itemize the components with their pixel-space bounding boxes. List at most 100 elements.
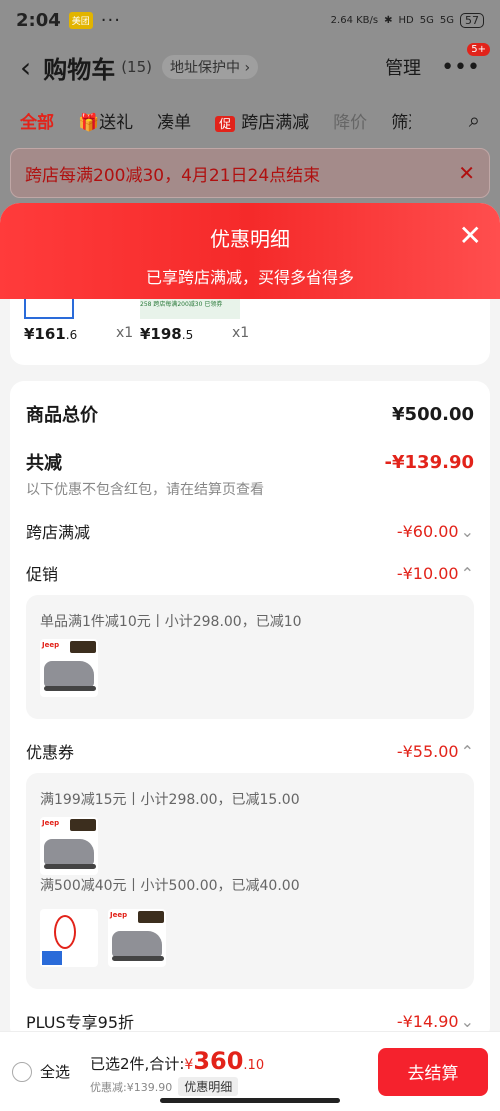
checkout-button[interactable]: 去结算 [378,1047,488,1096]
coupon-detail-box: 满199减15元丨小计298.00，已减15.00 Jeep 满500减40元丨… [26,773,474,989]
sheet-title: 优惠明细 [210,227,290,251]
badge-graphic [70,819,96,831]
gift-icon: 🎁 [78,112,100,133]
plus-row[interactable]: PLUS专享95折 -¥14.90 ⌄ [26,1009,474,1033]
address-protection[interactable]: 地址保护中 › [162,55,259,79]
close-icon[interactable]: ✕ [458,161,475,185]
sheet-header: 优惠明细 已享跨店满减，买得多省得多 ✕ [0,203,500,299]
coupon-detail-2: 满500减40元丨小计500.00，已减40.00 [40,878,300,894]
selected-count: 已选2件,合计: [90,1055,185,1073]
price-dec: .5 [181,328,194,342]
top-nav: ‹ 购物车 (15) 地址保护中 › 管理 ••• 5+ [0,42,500,92]
product-thumb [24,299,74,319]
price-dec: .6 [65,328,78,342]
promo-banner-text: 跨店每满200减30，4月21日24点结束 [25,165,321,186]
coupon-detail-1: 满199减15元丨小计298.00，已减15.00 [40,792,300,808]
total-label: 商品总价 [26,405,98,426]
summary-saved: 优惠减:¥139.90 优惠明细 [90,1077,264,1096]
shoe-product-image: Jeep [40,639,98,697]
tab-filter[interactable]: 筛选 [391,108,411,133]
product-price: ¥198.5 [140,325,193,343]
page-title: 购物车 [43,55,116,84]
currency-symbol: ¥ [184,1057,194,1073]
tab-price-drop[interactable]: 降价 [333,108,367,133]
cross-store-label: 跨店满减 [26,523,91,542]
search-icon[interactable]: ⌕ [469,108,480,132]
shoe-graphic [112,931,164,961]
discount-detail-button[interactable]: 优惠明细 [178,1077,239,1096]
chevron-down-icon: ⌄ [460,521,474,541]
reduce-row: 共减 -¥139.90 [26,449,474,475]
more-badge: 5+ [467,42,490,56]
price-int: ¥161 [24,325,66,343]
racket-product-image [40,909,98,967]
select-all-checkbox[interactable] [12,1061,32,1082]
order-summary: 已选2件,合计:¥360.10 优惠减:¥139.90 优惠明细 [90,1047,264,1096]
status-bar: 2:04 美团 ··· 2.64 KB/s ✱ HD 5G 5G 57 [0,0,500,40]
total-row: 商品总价 ¥500.00 [26,401,474,427]
chevron-up-icon: ⌃ [460,741,474,761]
home-indicator [160,1098,340,1103]
sheet-subtitle: 已享跨店满减，买得多省得多 [145,268,354,287]
jeep-logo: Jeep [42,819,60,827]
filter-tabs: 全部 🎁送礼 凑单 促跨店满减 降价 筛选 ⌕ [0,100,500,140]
promo-detail-text: 单品满1件减10元丨小计298.00，已减10 [40,614,302,630]
promo-banner: 跨店每满200减30，4月21日24点结束 ✕ [10,148,490,198]
cross-store-row[interactable]: 跨店满减 -¥60.00 ⌄ [26,519,474,543]
reduce-value: -¥139.90 [384,451,474,473]
shoe-graphic [44,839,96,869]
product-thumb: 258 跨店每满200减30 已领券 [140,299,240,319]
more-menu-icon[interactable]: ••• 5+ [441,42,490,80]
price-breakdown-card: 商品总价 ¥500.00 共减 -¥139.90 以下优惠不包含红包，请在结算页… [10,381,490,1041]
bluetooth-icon: ✱ [384,14,393,26]
shoe-product-image: Jeep [108,909,166,967]
app-badge: 美团 [68,11,93,29]
signal-5g-2: 5G [439,14,454,26]
price-int: ¥198 [140,325,182,343]
address-label: 地址保护中 [170,60,240,76]
hd-icon: HD [398,14,414,26]
total-decimal: .10 [243,1058,265,1073]
shoe-graphic [44,661,96,691]
manage-button[interactable]: 管理 [385,54,421,80]
tab-cross-store[interactable]: 促跨店满减 [215,108,309,133]
promo-label: 促销 [26,565,59,584]
status-dots: ··· [100,9,121,31]
racket-graphic [54,915,76,949]
chevron-down-icon: ⌄ [460,1011,474,1031]
status-time: 2:04 [16,9,61,31]
total-integer: 360 [193,1047,244,1075]
tab-all[interactable]: 全部 [20,108,54,133]
product-promo-mini: 258 跨店每满200减30 已领券 [140,301,223,308]
battery-icon: 57 [460,12,484,28]
jeep-logo: Jeep [42,641,60,649]
status-right: 2.64 KB/s ✱ HD 5G 5G 57 [330,12,484,28]
plus-label: PLUS专享95折 [26,1013,134,1032]
product-strip: 258 跨店每满200减30 已领券 ¥161.6 x1 ¥198.5 x1 [10,299,490,365]
select-all-label[interactable]: 全选 [40,1061,70,1082]
tab-gift[interactable]: 🎁送礼 [78,108,133,133]
badge-graphic [70,641,96,653]
promo-tag-icon: 促 [215,115,236,132]
coupon-row[interactable]: 优惠券 -¥55.00 ⌃ [26,739,474,763]
promo-value: -¥10.00 [396,563,459,583]
net-speed: 2.64 KB/s [330,14,379,26]
cross-store-value: -¥60.00 [396,521,459,541]
plus-value: -¥14.90 [396,1011,459,1031]
close-icon[interactable]: ✕ [459,219,482,252]
reduce-note: 以下优惠不包含红包，请在结算页查看 [26,482,264,498]
promo-row[interactable]: 促销 -¥10.00 ⌃ [26,561,474,585]
promo-detail-box: 单品满1件减10元丨小计298.00，已减10 Jeep [26,595,474,719]
tab-gift-label: 送礼 [99,112,134,133]
tab-bundle[interactable]: 凑单 [157,108,191,133]
product-qty: x1 [232,325,250,341]
reduce-label: 共减 [26,453,62,474]
price-tag-graphic [42,951,62,965]
coupon-label: 优惠券 [26,743,75,762]
product-qty: x1 [116,325,134,341]
discount-detail-sheet: 优惠明细 已享跨店满减，买得多省得多 ✕ 258 跨店每满200减30 已领券 … [0,203,500,1111]
chevron-left-icon[interactable]: ‹ [20,51,31,84]
signal-5g-1: 5G [419,14,434,26]
chevron-up-icon: ⌃ [460,563,474,583]
saved-amount: 优惠减:¥139.90 [90,1080,173,1094]
